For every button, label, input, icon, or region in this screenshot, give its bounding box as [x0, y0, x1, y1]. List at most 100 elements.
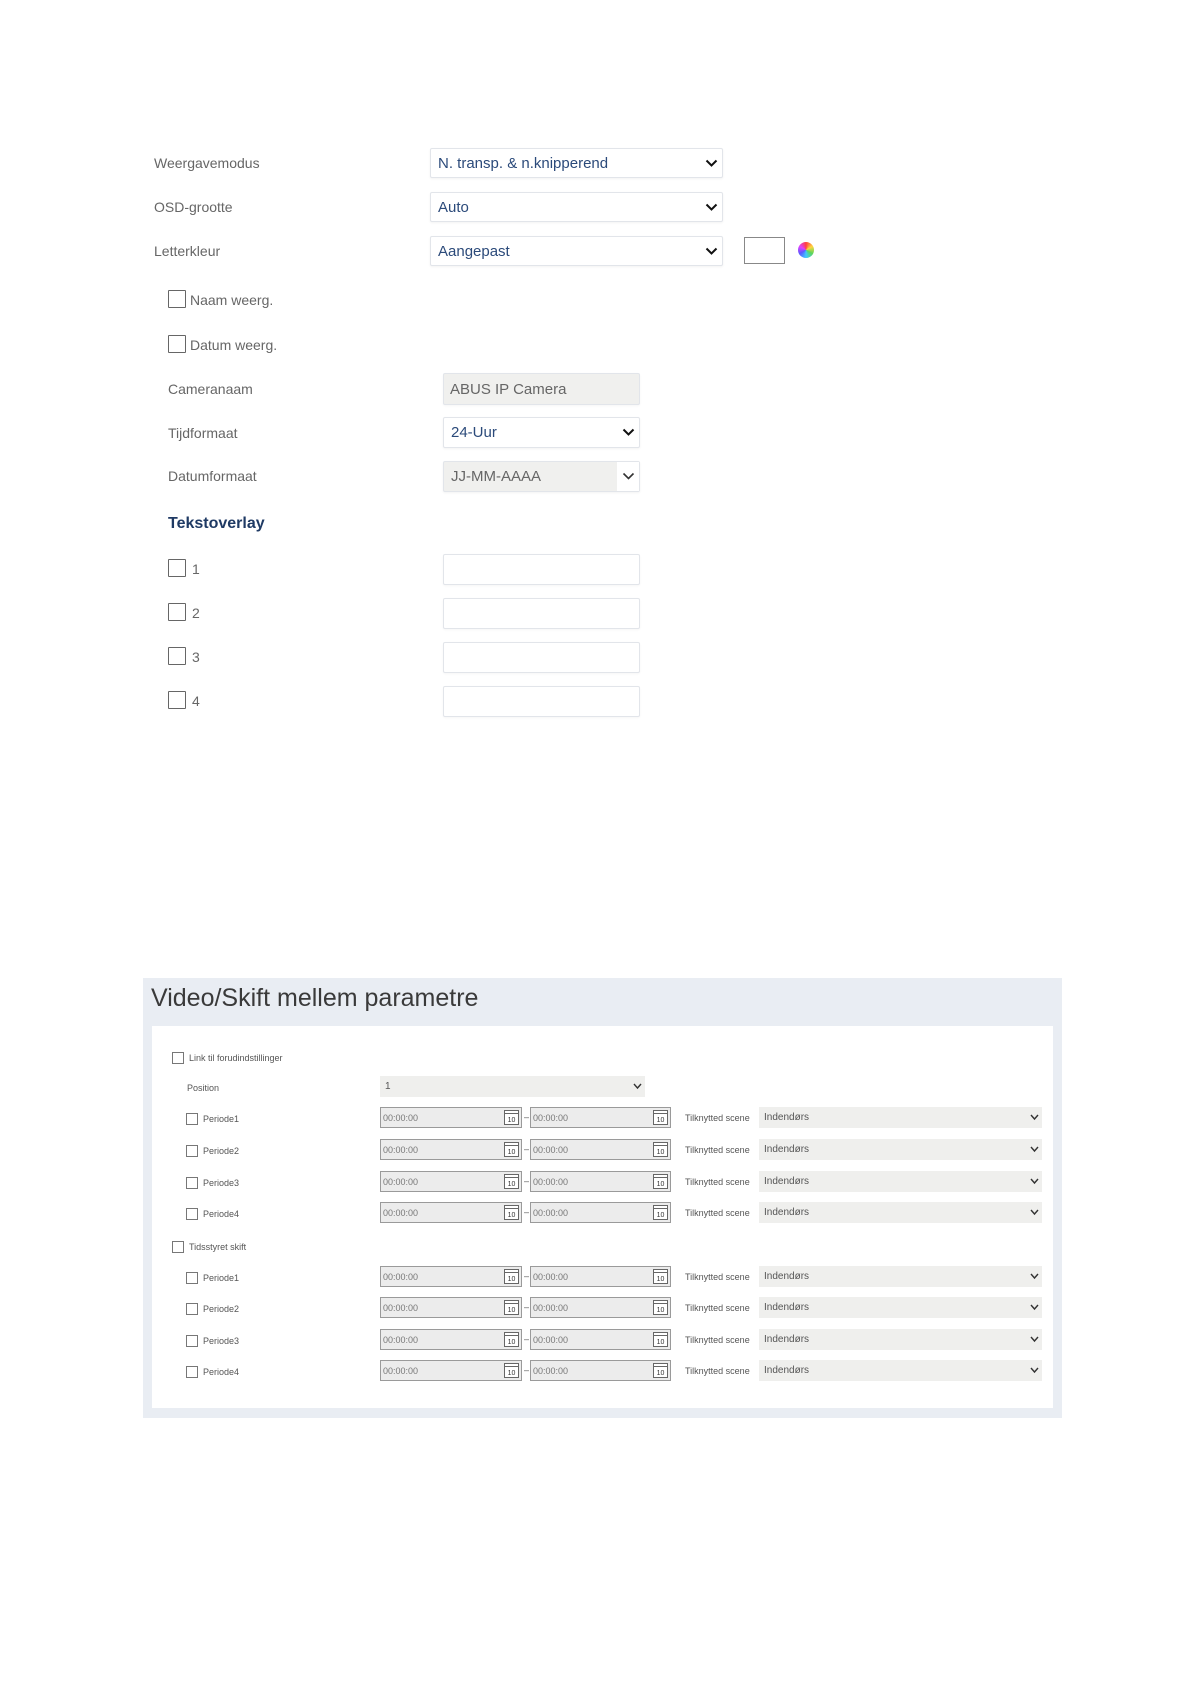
range-dash: – — [524, 1144, 530, 1154]
end-time-value: 00:00:00 — [533, 1365, 569, 1376]
calendar-icon-text: 10 — [656, 1181, 665, 1188]
calendar-icon[interactable]: 10 — [653, 1142, 668, 1157]
overlay-3-checkbox[interactable] — [168, 647, 186, 665]
overlay-4-checkbox[interactable] — [168, 691, 186, 709]
timed-switch-label: Tidsstyret skift — [189, 1242, 247, 1252]
calendar-icon-text: 10 — [656, 1339, 665, 1346]
cameranaam-field[interactable]: ABUS IP Camera — [443, 373, 640, 405]
end-time-value: 00:00:00 — [533, 1176, 569, 1187]
chevron-down-icon — [629, 1076, 645, 1097]
calendar-icon[interactable]: 10 — [504, 1205, 519, 1220]
preset-period-1-start-field[interactable]: 00:00:00 10 — [380, 1107, 522, 1128]
timed-period-4-scene-select[interactable]: Indendørs — [759, 1360, 1042, 1381]
preset-period-4-start-field[interactable]: 00:00:00 10 — [380, 1202, 522, 1223]
timed-period-4-label: Periode4 — [203, 1367, 240, 1377]
preset-period-1-checkbox[interactable] — [186, 1113, 198, 1125]
scene-value: Indendørs — [764, 1271, 810, 1282]
datumformaat-value: JJ-MM-AAAA — [451, 468, 541, 485]
start-time-value: 00:00:00 — [383, 1207, 419, 1218]
letterkleur-select[interactable]: Aangepast — [430, 236, 723, 266]
timed-period-3-label: Periode3 — [203, 1336, 240, 1346]
calendar-icon[interactable]: 10 — [504, 1110, 519, 1125]
datumformaat-select[interactable]: JJ-MM-AAAA — [443, 461, 640, 492]
naam-weerg-checkbox[interactable] — [168, 290, 186, 308]
timed-period-3-checkbox[interactable] — [186, 1335, 198, 1347]
calendar-icon[interactable]: 10 — [504, 1363, 519, 1378]
preset-period-3-end-field[interactable]: 00:00:00 10 — [530, 1171, 671, 1192]
overlay-2-input[interactable] — [443, 598, 640, 629]
overlay-3-input[interactable] — [443, 642, 640, 673]
scene-value: Indendørs — [764, 1144, 810, 1155]
timed-period-4-checkbox[interactable] — [186, 1366, 198, 1378]
timed-period-1-start-field[interactable]: 00:00:00 10 — [380, 1266, 522, 1287]
preset-period-3-start-field[interactable]: 00:00:00 10 — [380, 1171, 522, 1192]
overlay-4-input[interactable] — [443, 686, 640, 717]
timed-period-2-label: Periode2 — [203, 1304, 240, 1314]
calendar-icon[interactable]: 10 — [504, 1300, 519, 1315]
overlay-1-input[interactable] — [443, 554, 640, 585]
calendar-icon[interactable]: 10 — [653, 1363, 668, 1378]
timed-period-4-end-field[interactable]: 00:00:00 10 — [530, 1360, 671, 1381]
link-preset-label: Link til forudindstillinger — [189, 1053, 283, 1063]
overlay-2-checkbox[interactable] — [168, 603, 186, 621]
datum-weerg-checkbox[interactable] — [168, 335, 186, 353]
timed-period-2-scene-select[interactable]: Indendørs — [759, 1297, 1042, 1318]
preset-period-2-start-field[interactable]: 00:00:00 10 — [380, 1139, 522, 1160]
preset-period-2-end-field[interactable]: 00:00:00 10 — [530, 1139, 671, 1160]
calendar-icon[interactable]: 10 — [653, 1300, 668, 1315]
calendar-icon-text: 10 — [507, 1212, 516, 1219]
timed-period-3-start-field[interactable]: 00:00:00 10 — [380, 1329, 522, 1350]
timed-period-1-end-field[interactable]: 00:00:00 10 — [530, 1266, 671, 1287]
calendar-icon[interactable]: 10 — [653, 1205, 668, 1220]
calendar-icon[interactable]: 10 — [653, 1332, 668, 1347]
timed-period-4-start-field[interactable]: 00:00:00 10 — [380, 1360, 522, 1381]
preset-period-1-scene-select[interactable]: Indendørs — [759, 1107, 1042, 1128]
overlay-1-checkbox[interactable] — [168, 559, 186, 577]
range-dash: – — [524, 1334, 530, 1344]
timed-switch-checkbox[interactable] — [172, 1241, 184, 1253]
preset-period-2-scene-select[interactable]: Indendørs — [759, 1139, 1042, 1160]
calendar-icon[interactable]: 10 — [653, 1174, 668, 1189]
timed-period-1-checkbox[interactable] — [186, 1272, 198, 1284]
start-time-value: 00:00:00 — [383, 1334, 419, 1345]
osd-grootte-select[interactable]: Auto — [430, 192, 723, 222]
chevron-down-icon — [1026, 1329, 1042, 1350]
link-preset-checkbox[interactable] — [172, 1052, 184, 1064]
color-wheel-icon[interactable] — [798, 242, 814, 258]
timed-period-2-checkbox[interactable] — [186, 1303, 198, 1315]
overlay-3-label: 3 — [192, 649, 200, 665]
timed-period-2-end-field[interactable]: 00:00:00 10 — [530, 1297, 671, 1318]
timed-period-3-scene-select[interactable]: Indendørs — [759, 1329, 1042, 1350]
position-select[interactable]: 1 — [380, 1076, 645, 1097]
calendar-icon[interactable]: 10 — [504, 1142, 519, 1157]
calendar-icon[interactable]: 10 — [653, 1110, 668, 1125]
timed-period-3-end-field[interactable]: 00:00:00 10 — [530, 1329, 671, 1350]
timed-period-2-start-field[interactable]: 00:00:00 10 — [380, 1297, 522, 1318]
end-time-value: 00:00:00 — [533, 1271, 569, 1282]
panel-body: Link til forudindstillinger Position 1 P… — [152, 1026, 1053, 1408]
scene-value: Indendørs — [764, 1176, 810, 1187]
preset-period-4-scene-select[interactable]: Indendørs — [759, 1202, 1042, 1223]
letterkleur-label: Letterkleur — [154, 243, 221, 259]
start-time-value: 00:00:00 — [383, 1302, 419, 1313]
tekstoverlay-heading: Tekstoverlay — [168, 515, 265, 532]
calendar-icon-text: 10 — [656, 1117, 665, 1124]
weergavemodus-select[interactable]: N. transp. & n.knipperend — [430, 148, 723, 178]
calendar-icon[interactable]: 10 — [504, 1174, 519, 1189]
color-swatch[interactable] — [744, 237, 785, 264]
preset-period-3-scene-select[interactable]: Indendørs — [759, 1171, 1042, 1192]
calendar-icon[interactable]: 10 — [504, 1332, 519, 1347]
end-time-value: 00:00:00 — [533, 1334, 569, 1345]
preset-period-4-checkbox[interactable] — [186, 1208, 198, 1220]
calendar-icon-text: 10 — [507, 1339, 516, 1346]
calendar-icon-text: 10 — [656, 1276, 665, 1283]
preset-period-1-end-field[interactable]: 00:00:00 10 — [530, 1107, 671, 1128]
preset-period-3-checkbox[interactable] — [186, 1177, 198, 1189]
osd-grootte-value: Auto — [438, 198, 469, 216]
calendar-icon[interactable]: 10 — [653, 1269, 668, 1284]
preset-period-4-end-field[interactable]: 00:00:00 10 — [530, 1202, 671, 1223]
timed-period-1-scene-select[interactable]: Indendørs — [759, 1266, 1042, 1287]
calendar-icon[interactable]: 10 — [504, 1269, 519, 1284]
preset-period-2-checkbox[interactable] — [186, 1145, 198, 1157]
tijdformaat-select[interactable]: 24-Uur — [443, 417, 640, 448]
